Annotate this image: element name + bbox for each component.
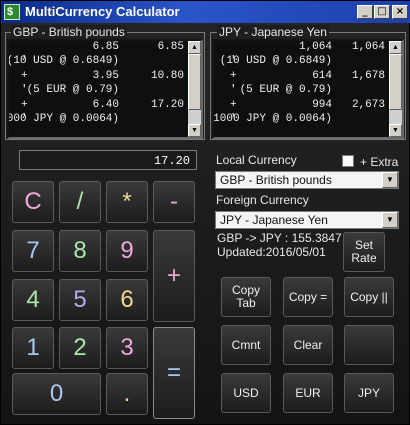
tape-row: ' (10 USD @ 0.6849) bbox=[9, 55, 201, 69]
tape-cell: (1000 JPY @ 0.0064) bbox=[212, 112, 332, 125]
comment-button[interactable]: Cmnt bbox=[221, 325, 271, 365]
tape-row: ' (5 EUR @ 0.79) bbox=[214, 84, 402, 98]
plus-key[interactable]: + bbox=[153, 230, 195, 322]
six-key[interactable]: 6 bbox=[106, 279, 148, 321]
tape-cell: + bbox=[230, 69, 237, 82]
minimize-icon[interactable]: _ bbox=[357, 5, 373, 19]
nine-key[interactable]: 9 bbox=[106, 230, 148, 272]
left-tape-scrollbar[interactable]: ▲ ▼ bbox=[188, 41, 201, 137]
four-key[interactable]: 4 bbox=[12, 279, 54, 321]
tape-row: +614 1,678 bbox=[214, 70, 402, 84]
minus-key[interactable]: - bbox=[153, 181, 195, 223]
tape-cell: 994 bbox=[312, 98, 332, 111]
scroll-down-icon[interactable]: ▼ bbox=[389, 124, 402, 137]
right-tape-rows: 1,064 1,064 ' (10 USD @ 0.6849) +614 1,678 ' (5… bbox=[214, 41, 402, 127]
foreign-currency-label: Foreign Currency bbox=[216, 193, 309, 207]
copy-tab-button[interactable]: Copy Tab bbox=[221, 277, 271, 317]
jpy-button[interactable]: JPY bbox=[344, 373, 394, 413]
tape-cell: + bbox=[230, 98, 237, 111]
zero-key[interactable]: 0 bbox=[12, 373, 101, 415]
tape-cell: 2,673 bbox=[351, 98, 385, 111]
tape-row: ' (5 EUR @ 0.79) bbox=[9, 84, 201, 98]
tape-row: '(1000 JPY @ 0.0064) bbox=[214, 113, 402, 127]
maximize-icon[interactable]: □ bbox=[374, 5, 390, 19]
multiply-key[interactable]: * bbox=[106, 181, 148, 223]
tape-row: +3.95 10.80 bbox=[9, 70, 201, 84]
title-bar[interactable]: $ MultiCurrency Calculator _ □ × bbox=[1, 1, 410, 23]
tape-cell: 6.40 bbox=[92, 98, 119, 111]
app-window: $ MultiCurrency Calculator _ □ × GBP - B… bbox=[0, 0, 410, 425]
tape-cell: 6.85 bbox=[157, 41, 184, 53]
tape-row: 1,064 1,064 bbox=[214, 41, 402, 55]
tape-cell: 10.80 bbox=[150, 69, 184, 82]
copy-parallel-button[interactable]: Copy || bbox=[344, 277, 394, 317]
close-icon[interactable]: × bbox=[392, 5, 408, 19]
scroll-down-icon[interactable]: ▼ bbox=[188, 124, 201, 137]
tape-cell: (5 EUR @ 0.79) bbox=[26, 84, 119, 97]
result-display: 17.20 bbox=[19, 150, 197, 170]
tape-cell: 17.20 bbox=[150, 98, 184, 111]
scroll-up-icon[interactable]: ▲ bbox=[389, 41, 402, 54]
tape-row: ' (10 USD @ 0.6849) bbox=[214, 55, 402, 69]
tape-row: +6.40 17.20 bbox=[9, 99, 201, 113]
copy-equals-button[interactable]: Copy = bbox=[283, 277, 333, 317]
tape-cell: 1,064 bbox=[351, 41, 385, 53]
right-tape-scrollbar[interactable]: ▲ ▼ bbox=[389, 41, 402, 137]
set-rate-button[interactable]: Set Rate bbox=[343, 232, 385, 272]
clear-button[interactable]: Clear bbox=[283, 325, 333, 365]
left-tape-rows: 6.85 6.85 ' (10 USD @ 0.6849) +3.95 10.80 ' (5 … bbox=[9, 41, 201, 127]
right-tape-label: JPY - Japanese Yen bbox=[217, 25, 329, 39]
tape-cell: 3.95 bbox=[92, 69, 119, 82]
tape-row: 6.85 6.85 bbox=[9, 41, 201, 55]
tape-cell: 614 bbox=[312, 69, 332, 82]
decimal-key[interactable]: . bbox=[106, 373, 148, 415]
blank-button[interactable] bbox=[344, 325, 394, 365]
two-key[interactable]: 2 bbox=[59, 327, 101, 369]
extra-label: + Extra bbox=[360, 155, 399, 169]
app-icon: $ bbox=[4, 4, 20, 20]
local-currency-value: GBP - British pounds bbox=[220, 173, 332, 187]
divide-key[interactable]: / bbox=[59, 181, 101, 223]
dropdown-arrow-icon[interactable]: ▼ bbox=[382, 172, 398, 188]
tape-cell: + bbox=[21, 69, 28, 82]
right-tape[interactable]: 1,064 1,064 ' (10 USD @ 0.6849) +614 1,678 ' (5… bbox=[212, 39, 404, 139]
seven-key[interactable]: 7 bbox=[12, 230, 54, 272]
eur-button[interactable]: EUR bbox=[283, 373, 333, 413]
scroll-thumb[interactable] bbox=[389, 54, 402, 110]
tape-cell: (10 USD @ 0.6849) bbox=[219, 55, 332, 68]
tape-row: +994 2,673 bbox=[214, 99, 402, 113]
one-key[interactable]: 1 bbox=[12, 327, 54, 369]
scroll-up-icon[interactable]: ▲ bbox=[188, 41, 201, 54]
local-currency-select[interactable]: GBP - British pounds ▼ bbox=[215, 171, 399, 189]
scroll-thumb[interactable] bbox=[188, 54, 201, 110]
three-key[interactable]: 3 bbox=[106, 327, 148, 369]
local-currency-label: Local Currency bbox=[216, 153, 297, 167]
left-tape-label: GBP - British pounds bbox=[11, 25, 127, 39]
eight-key[interactable]: 8 bbox=[59, 230, 101, 272]
foreign-currency-select[interactable]: JPY - Japanese Yen ▼ bbox=[215, 211, 399, 229]
tape-cell: (10 USD @ 0.6849) bbox=[7, 55, 119, 68]
tape-cell: ' bbox=[230, 84, 237, 97]
tape-cell: (1000 JPY @ 0.0064) bbox=[7, 112, 119, 125]
tape-cell: 1,064 bbox=[298, 41, 332, 53]
tape-cell: 6.85 bbox=[92, 41, 119, 53]
usd-button[interactable]: USD bbox=[221, 373, 271, 413]
dropdown-arrow-icon[interactable]: ▼ bbox=[382, 212, 398, 228]
clear-key[interactable]: C bbox=[12, 181, 54, 223]
tape-cell: 1,678 bbox=[351, 69, 385, 82]
tape-cell: (5 EUR @ 0.79) bbox=[239, 84, 332, 97]
foreign-currency-value: JPY - Japanese Yen bbox=[220, 213, 328, 227]
window-title: MultiCurrency Calculator bbox=[25, 4, 180, 19]
extra-checkbox[interactable] bbox=[342, 155, 354, 167]
five-key[interactable]: 5 bbox=[59, 279, 101, 321]
equals-key[interactable]: = bbox=[153, 327, 195, 419]
rate-updated-text: Updated:2016/05/01 bbox=[217, 245, 326, 259]
exchange-rate-text: GBP -> JPY : 155.3847 bbox=[217, 231, 342, 245]
tape-cell: + bbox=[21, 98, 28, 111]
left-tape[interactable]: 6.85 6.85 ' (10 USD @ 0.6849) +3.95 10.80 ' (5 … bbox=[7, 39, 203, 139]
tape-row: '(1000 JPY @ 0.0064) bbox=[9, 113, 201, 127]
